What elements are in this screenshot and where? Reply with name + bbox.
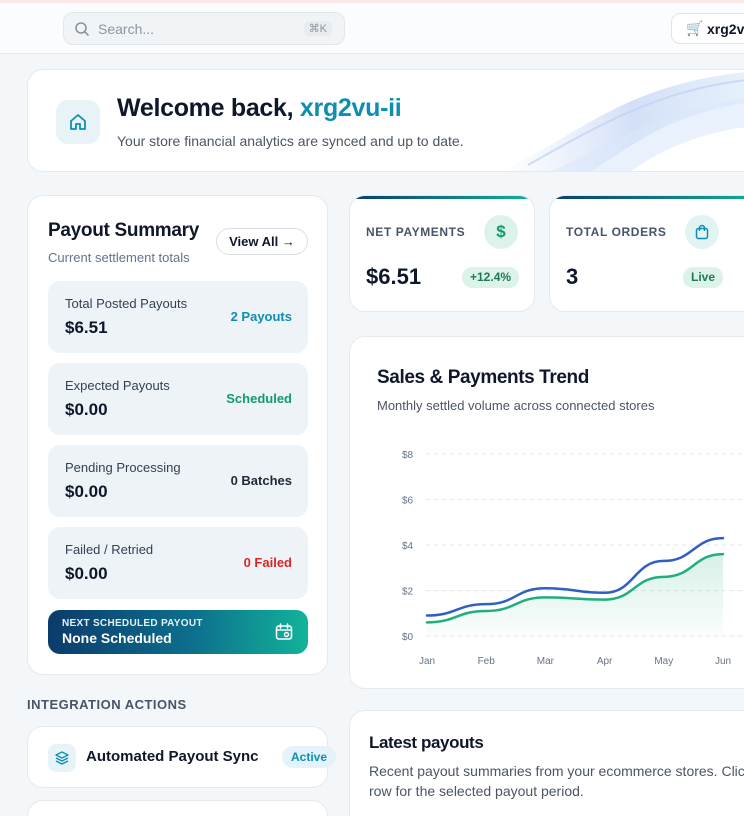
view-all-button[interactable]: View All → <box>216 228 308 255</box>
y-tick-label: $4 <box>402 541 414 552</box>
sales-trend-card: $0 $2 $4 $6 $8 Jan Feb Mar Apr May Jun Sales & Pay… <box>349 336 744 689</box>
stat-label: NET PAYMENTS <box>366 225 466 239</box>
payout-row-label: Expected Payouts <box>65 378 170 393</box>
latest-payouts-card: Latest payouts Recent payout summaries f… <box>349 710 744 816</box>
payout-row-value: $0.00 <box>65 400 108 419</box>
store-name: xrg2vu <box>707 21 744 37</box>
net-payments-card: NET PAYMENTS $ $6.51 +12.4% <box>349 195 535 312</box>
payout-row-status: 2 Payouts <box>230 309 292 324</box>
integration-name: Automated Payout Sync <box>86 748 259 765</box>
next-payout-value: None Scheduled <box>62 630 172 646</box>
next-payout-label: NEXT SCHEDULED PAYOUT <box>62 618 203 629</box>
y-tick-label: $2 <box>402 587 414 598</box>
y-tick-label: $6 <box>402 496 414 507</box>
payout-row-status: 0 Failed <box>243 555 292 570</box>
welcome-subtitle: Your store financial analytics are synce… <box>117 133 464 149</box>
series-area <box>427 554 723 636</box>
search-shortcut-badge: ⌘K <box>303 21 332 36</box>
payout-row-label: Pending Processing <box>65 460 181 475</box>
top-bar: Search... ⌘K 🛒 xrg2vu <box>0 0 744 54</box>
payout-row-status: Scheduled <box>226 391 292 406</box>
payout-summary-subtitle: Current settlement totals <box>48 250 190 265</box>
payout-row-label: Total Posted Payouts <box>65 296 188 311</box>
search-placeholder: Search... <box>98 21 155 37</box>
integration-icon-badge <box>48 744 76 772</box>
y-tick-label: $8 <box>402 450 414 461</box>
shopping-bag-icon <box>685 215 719 249</box>
x-tick-label: May <box>654 656 673 667</box>
latest-payouts-subtitle: Recent payout summaries from your ecomme… <box>369 763 744 799</box>
chart-subtitle: Monthly settled volume across connected … <box>377 398 655 413</box>
payout-row-status: 0 Batches <box>230 473 292 488</box>
dollar-icon: $ <box>484 215 518 249</box>
home-icon <box>70 114 86 130</box>
calendar-icon <box>275 623 293 640</box>
store-selector-button[interactable]: 🛒 xrg2vu <box>671 13 744 44</box>
stat-value: $6.51 <box>366 264 422 289</box>
payout-row-pending[interactable]: Pending Processing $0.00 0 Batches <box>48 445 308 517</box>
stat-value: 3 <box>566 264 579 289</box>
chart-title: Sales & Payments Trend <box>377 367 589 388</box>
layers-icon <box>55 751 69 765</box>
y-tick-label: $0 <box>402 632 414 643</box>
cart-icon: 🛒 <box>686 20 704 36</box>
payout-row-expected[interactable]: Expected Payouts $0.00 Scheduled <box>48 363 308 435</box>
x-tick-label: Jan <box>419 656 435 667</box>
stat-status-badge: Live <box>683 267 724 288</box>
x-tick-label: Feb <box>478 656 496 667</box>
x-tick-label: Mar <box>537 656 555 667</box>
payout-row-label: Failed / Retried <box>65 542 154 557</box>
stat-label: TOTAL ORDERS <box>566 225 667 239</box>
welcome-username: xrg2vu-ii <box>299 94 402 122</box>
integration-item-payout-sync[interactable]: Automated Payout Sync Active <box>27 726 337 788</box>
payout-row-value: $6.51 <box>65 318 108 337</box>
payout-row-failed[interactable]: Failed / Retried $0.00 0 Failed <box>48 527 308 599</box>
search-input[interactable]: Search... ⌘K <box>63 12 345 45</box>
welcome-banner: Welcome back, xrg2vu-ii Your store finan… <box>27 69 744 172</box>
integration-item-next[interactable] <box>27 800 328 816</box>
search-icon <box>75 22 89 36</box>
welcome-heading: Welcome back, xrg2vu-ii <box>117 94 402 123</box>
stat-change-badge: +12.4% <box>462 267 520 288</box>
total-orders-card: TOTAL ORDERS 3 Live <box>549 195 744 312</box>
welcome-greeting: Welcome back, <box>117 94 300 122</box>
top-accent-line <box>0 0 744 3</box>
payout-row-value: $0.00 <box>65 482 108 501</box>
payout-summary-card: Payout Summary Current settlement totals… <box>27 195 328 675</box>
x-tick-label: Apr <box>597 656 613 667</box>
integration-status-badge: Active <box>282 746 337 768</box>
x-tick-label: Jun <box>715 656 731 667</box>
sales-trend-chart: $0 $2 $4 $6 $8 Jan Feb Mar Apr May Jun <box>402 450 744 667</box>
next-scheduled-payout[interactable]: NEXT SCHEDULED PAYOUT None Scheduled <box>48 610 308 654</box>
latest-payouts-title: Latest payouts <box>369 733 484 752</box>
payout-summary-title: Payout Summary <box>48 220 200 241</box>
card-accent-bar <box>350 196 534 199</box>
home-badge <box>56 100 100 144</box>
payout-row-value: $0.00 <box>65 564 108 583</box>
card-accent-bar <box>550 196 744 199</box>
payout-row-posted[interactable]: Total Posted Payouts $6.51 2 Payouts <box>48 281 308 353</box>
integration-section-label: INTEGRATION ACTIONS <box>27 697 187 712</box>
